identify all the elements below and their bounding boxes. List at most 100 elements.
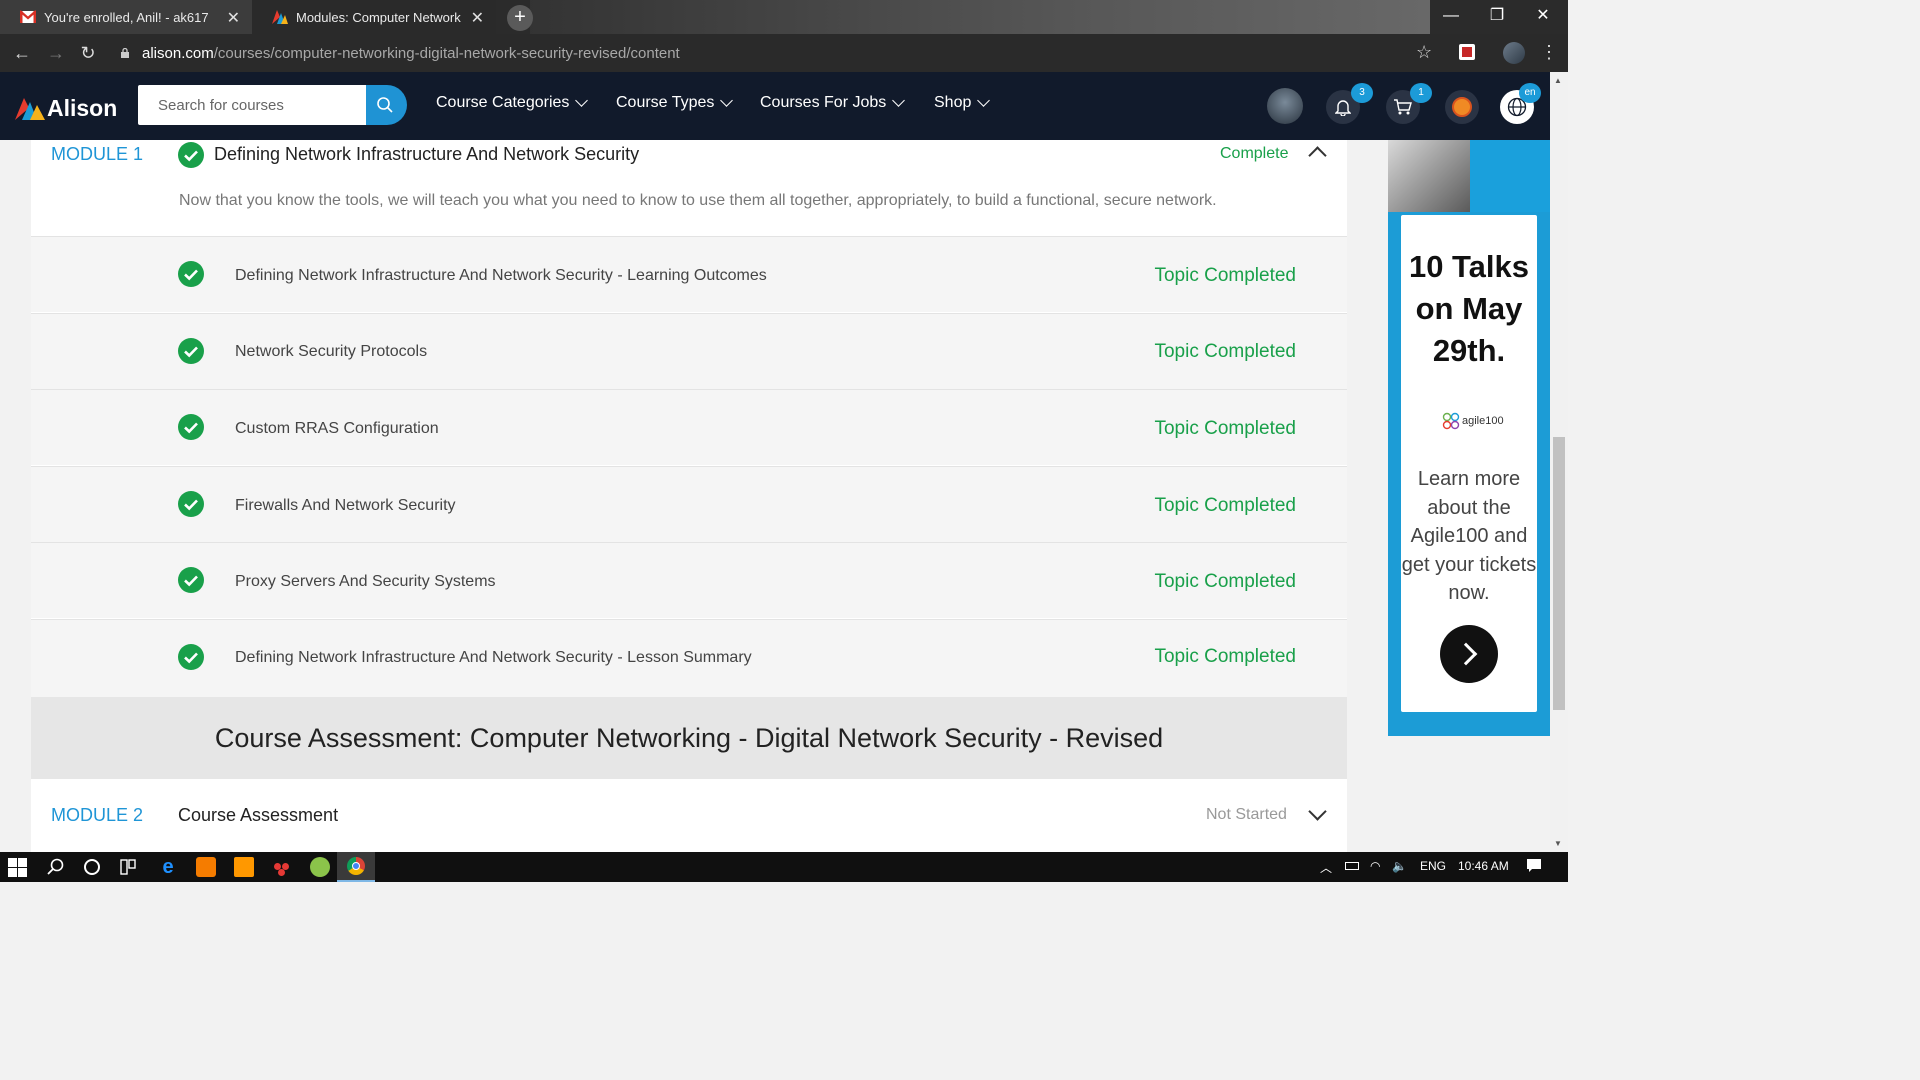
search-icon	[377, 97, 393, 113]
notifications-center-icon[interactable]	[1526, 858, 1542, 874]
topic-complete-check-icon	[178, 491, 204, 517]
notifications-badge: 3	[1351, 83, 1373, 103]
topic-status: Topic Completed	[1154, 571, 1296, 592]
topic-row[interactable]: Network Security Protocols Topic Complet…	[31, 313, 1347, 389]
topic-status: Topic Completed	[1154, 418, 1296, 439]
topic-title[interactable]: Firewalls And Network Security	[235, 497, 456, 515]
search-input[interactable]	[138, 85, 366, 125]
topic-title[interactable]: Network Security Protocols	[235, 343, 427, 361]
assessment-heading: Course Assessment: Computer Networking -…	[214, 723, 1164, 753]
input-language[interactable]: ENG	[1420, 859, 1446, 873]
extension-icon[interactable]	[1459, 44, 1475, 60]
bookmark-star-icon[interactable]: ☆	[1416, 42, 1432, 63]
topic-title[interactable]: Defining Network Infrastructure And Netw…	[235, 267, 767, 285]
topic-status: Topic Completed	[1154, 495, 1296, 516]
clock[interactable]: 10:46 AM	[1458, 859, 1509, 873]
scrollbar-thumb[interactable]	[1553, 437, 1565, 710]
sublime-text-icon[interactable]	[234, 857, 254, 877]
app-icon-red[interactable]	[272, 857, 292, 877]
topic-title[interactable]: Proxy Servers And Security Systems	[235, 573, 496, 591]
module-1-description: Now that you know the tools, we will tea…	[179, 192, 1217, 209]
restore-icon[interactable]: ❐	[1474, 0, 1520, 32]
browser-menu-icon[interactable]: ⋮	[1540, 41, 1558, 63]
wifi-icon[interactable]: ◠	[1370, 859, 1380, 873]
module-2-label: MODULE 2	[51, 805, 144, 825]
ad-body-text: Learn more about the Agile100 and get yo…	[1401, 468, 1537, 604]
edge-browser-icon[interactable]: e	[158, 857, 178, 877]
nav-course-types[interactable]: Course Types	[616, 94, 734, 112]
topic-status: Topic Completed	[1154, 265, 1296, 286]
topic-complete-check-icon	[178, 338, 204, 364]
close-tab-icon[interactable]: ✕	[471, 8, 484, 28]
scroll-up-icon[interactable]: ▲	[1554, 76, 1562, 85]
lock-icon	[121, 48, 129, 58]
topic-status: Topic Completed	[1154, 341, 1296, 362]
search-button[interactable]	[366, 85, 407, 125]
ad-headline: 10 Talks on May 29th.	[1408, 249, 1530, 368]
xampp-icon[interactable]	[196, 857, 216, 877]
module-2-title[interactable]: Course Assessment	[178, 805, 338, 826]
profile-avatar-icon[interactable]	[1503, 42, 1525, 64]
battery-icon[interactable]	[1345, 862, 1359, 870]
user-avatar[interactable]	[1267, 88, 1303, 124]
windows-start-icon[interactable]	[8, 858, 28, 878]
chrome-taskbar-button[interactable]	[337, 852, 375, 882]
chevron-down-icon	[575, 94, 589, 107]
module-complete-check-icon	[178, 142, 204, 168]
medal-icon	[1452, 97, 1472, 117]
address-bar[interactable]: alison.com/courses/computer-networking-d…	[120, 40, 680, 66]
url-domain: alison.com	[142, 44, 214, 62]
volume-icon[interactable]: 🔈	[1392, 859, 1407, 873]
reload-icon[interactable]: ↻	[76, 41, 100, 65]
bell-icon	[1335, 100, 1351, 116]
course-assessment-banner: Course Assessment: Computer Networking -…	[31, 697, 1347, 779]
close-window-icon[interactable]: ✕	[1520, 0, 1566, 32]
scroll-down-icon[interactable]: ▼	[1554, 839, 1562, 848]
browser-tab-alison[interactable]: Modules: Computer Networking ✕	[252, 0, 496, 34]
language-badge: en	[1519, 83, 1541, 103]
chevron-right-icon	[1454, 642, 1478, 666]
topic-title[interactable]: Custom RRAS Configuration	[235, 420, 439, 438]
tray-chevron-up-icon[interactable]: ︿	[1320, 859, 1332, 876]
ad-quote-block	[1470, 140, 1550, 212]
nav-course-categories[interactable]: Course Categories	[436, 94, 589, 112]
url-path: /courses/computer-networking-digital-net…	[213, 44, 680, 62]
agile100-logo-icon	[1442, 412, 1460, 430]
minimize-icon[interactable]: —	[1428, 0, 1474, 32]
forward-icon[interactable]: →	[44, 41, 68, 65]
new-tab-button[interactable]: +	[507, 5, 533, 31]
topic-row[interactable]: Proxy Servers And Security Systems Topic…	[31, 542, 1347, 618]
chevron-down-icon	[977, 94, 991, 107]
topic-status: Topic Completed	[1154, 646, 1296, 667]
ad-next-button[interactable]	[1440, 625, 1498, 683]
nav-courses-for-jobs[interactable]: Courses For Jobs	[760, 94, 906, 112]
nav-shop[interactable]: Shop	[934, 94, 991, 112]
alison-logo-icon[interactable]	[15, 96, 45, 120]
tab-label: Modules: Computer Networking	[296, 9, 461, 25]
task-view-icon[interactable]	[118, 857, 138, 877]
android-studio-icon[interactable]	[310, 857, 330, 877]
achievements-button[interactable]	[1445, 90, 1479, 124]
browser-tab-gmail[interactable]: You're enrolled, Anil! - ak617388 ✕	[0, 0, 252, 34]
topic-row[interactable]: Custom RRAS Configuration Topic Complete…	[31, 389, 1347, 465]
module-1-label: MODULE 1	[51, 144, 144, 164]
module-1-status: Complete	[1220, 145, 1289, 162]
topic-row[interactable]: Defining Network Infrastructure And Netw…	[31, 236, 1347, 312]
search-icon[interactable]	[46, 857, 66, 877]
chevron-down-icon	[892, 94, 906, 107]
topic-row[interactable]: Firewalls And Network Security Topic Com…	[31, 466, 1347, 542]
topic-title[interactable]: Defining Network Infrastructure And Netw…	[235, 649, 752, 667]
brand-name[interactable]: Alison	[47, 95, 117, 122]
cart-icon	[1394, 99, 1412, 115]
back-icon[interactable]: ←	[10, 41, 34, 65]
topic-complete-check-icon	[178, 567, 204, 593]
topic-complete-check-icon	[178, 414, 204, 440]
module-1-title[interactable]: Defining Network Infrastructure And Netw…	[214, 144, 639, 165]
gmail-icon	[20, 10, 36, 23]
cortana-icon[interactable]	[82, 857, 102, 877]
topic-complete-check-icon	[178, 261, 204, 287]
close-tab-icon[interactable]: ✕	[227, 8, 240, 28]
agile100-logo: agile100	[1442, 412, 1504, 430]
topic-row[interactable]: Defining Network Infrastructure And Netw…	[31, 619, 1347, 697]
module-2-status: Not Started	[1206, 806, 1287, 823]
